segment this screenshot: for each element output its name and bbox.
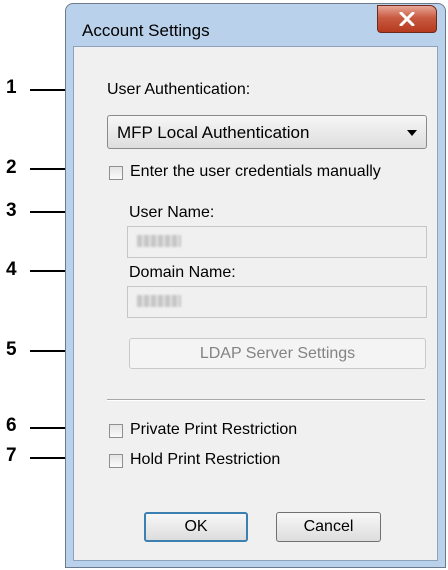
enter-credentials-label[interactable]: Enter the user credentials manually [130,163,381,181]
callout-5: 5 [6,339,17,360]
hold-print-label[interactable]: Hold Print Restriction [130,451,280,469]
enter-credentials-checkbox[interactable] [109,166,123,180]
domain-name-field[interactable] [127,286,427,318]
user-name-redacted-value [137,235,181,247]
domain-name-label: Domain Name: [129,264,236,281]
account-settings-dialog: Account Settings User Authentication: MF… [65,3,446,568]
callout-2: 2 [6,157,17,178]
callout-7: 7 [6,445,17,466]
separator [107,399,425,401]
callout-6: 6 [6,415,17,436]
user-authentication-select[interactable]: MFP Local Authentication [107,115,427,149]
window-title: Account Settings [82,21,210,40]
user-authentication-label: User Authentication: [107,81,251,98]
ldap-server-settings-button[interactable]: LDAP Server Settings [129,338,426,369]
chevron-down-icon [407,130,417,136]
close-button[interactable] [377,5,437,33]
callout-4: 4 [6,259,17,280]
user-name-field[interactable] [127,226,427,258]
ok-button[interactable]: OK [144,512,248,542]
callout-3: 3 [6,200,17,221]
hold-print-checkbox[interactable] [109,454,123,468]
private-print-checkbox[interactable] [109,424,123,438]
domain-name-redacted-value [137,295,181,307]
cancel-button[interactable]: Cancel [276,512,381,542]
close-icon [399,12,415,26]
user-name-label: User Name: [129,204,215,221]
private-print-label[interactable]: Private Print Restriction [130,421,297,439]
user-authentication-value: MFP Local Authentication [117,123,310,142]
callout-1: 1 [6,77,17,98]
dialog-client-area: User Authentication: MFP Local Authentic… [73,46,438,561]
